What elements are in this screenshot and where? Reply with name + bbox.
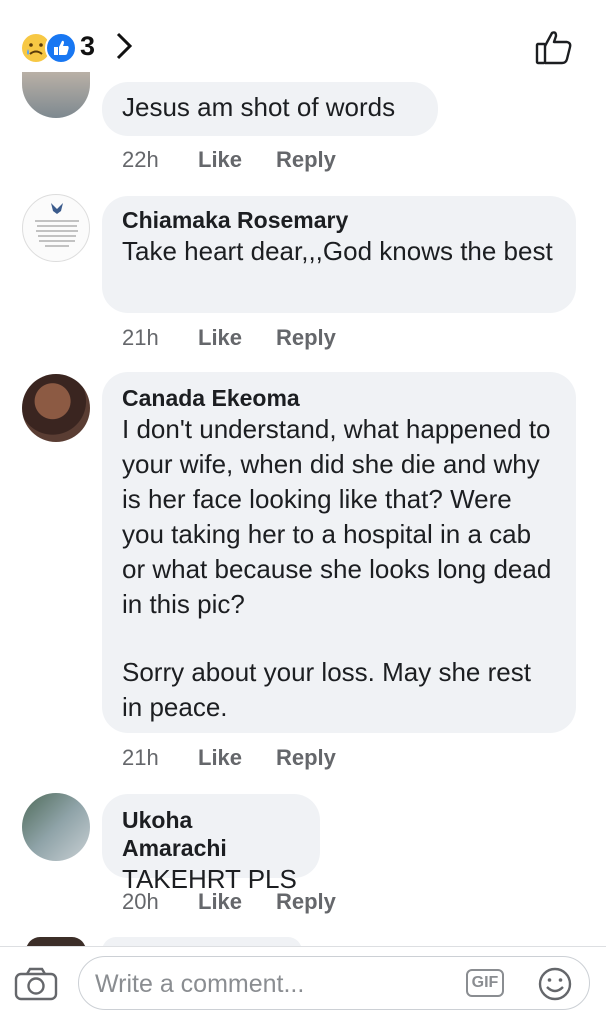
reply-link[interactable]: Reply bbox=[276, 889, 336, 915]
comment-composer: Write a comment... GIF bbox=[0, 946, 606, 1019]
commenter-name[interactable]: Canada Ekeoma bbox=[122, 384, 554, 412]
comment-bubble: Canada Ekeoma I don't understand, what h… bbox=[102, 372, 576, 733]
comment-actions: 22h Like Reply bbox=[122, 147, 336, 173]
comment-input-placeholder: Write a comment... bbox=[95, 970, 305, 998]
thumbs-up-icon[interactable] bbox=[534, 28, 574, 71]
reply-link[interactable]: Reply bbox=[276, 147, 336, 173]
comment-time: 21h bbox=[122, 325, 159, 350]
emoji-icon[interactable] bbox=[537, 966, 573, 1007]
like-link[interactable]: Like bbox=[198, 147, 276, 173]
avatar[interactable] bbox=[22, 194, 90, 262]
comment-text: I don't understand, what happened to you… bbox=[122, 414, 552, 619]
comment-time: 20h bbox=[122, 889, 159, 914]
comment-actions: 21h Like Reply bbox=[122, 325, 336, 351]
avatar[interactable] bbox=[22, 72, 90, 118]
camera-icon[interactable] bbox=[14, 967, 58, 1006]
comment-text: Jesus am shot of words bbox=[122, 92, 396, 122]
comment-time: 21h bbox=[122, 745, 159, 770]
reply-link[interactable]: Reply bbox=[276, 745, 336, 771]
reactions-header: 3 bbox=[0, 0, 606, 90]
chevron-right-icon[interactable] bbox=[113, 30, 135, 67]
gif-icon[interactable]: GIF bbox=[466, 969, 504, 997]
comment-text-paragraph: Sorry about your loss. May she rest in p… bbox=[122, 657, 531, 722]
like-link[interactable]: Like bbox=[198, 889, 276, 915]
reply-link[interactable]: Reply bbox=[276, 325, 336, 351]
like-reaction-icon bbox=[45, 32, 77, 64]
comment-time: 22h bbox=[122, 147, 159, 172]
avatar[interactable] bbox=[22, 374, 90, 442]
like-link[interactable]: Like bbox=[198, 745, 276, 771]
like-link[interactable]: Like bbox=[198, 325, 276, 351]
commenter-name[interactable]: Chiamaka Rosemary bbox=[122, 206, 556, 234]
comment-actions: 20h Like Reply bbox=[122, 889, 336, 915]
comment-bubble: Jesus am shot of words bbox=[102, 82, 438, 136]
reaction-count[interactable]: 3 bbox=[80, 31, 95, 62]
comment-bubble: Chiamaka Rosemary Take heart dear,,,God … bbox=[102, 196, 576, 313]
comment-actions: 21h Like Reply bbox=[122, 745, 336, 771]
comment-bubble: Ukoha Amarachi TAKEHRT PLS bbox=[102, 794, 320, 894]
comment-text: Take heart dear,,,God knows the best bbox=[122, 236, 553, 266]
commenter-name[interactable]: Ukoha Amarachi bbox=[122, 806, 300, 862]
avatar[interactable] bbox=[22, 793, 90, 861]
comment-input[interactable]: Write a comment... GIF bbox=[78, 956, 590, 1010]
